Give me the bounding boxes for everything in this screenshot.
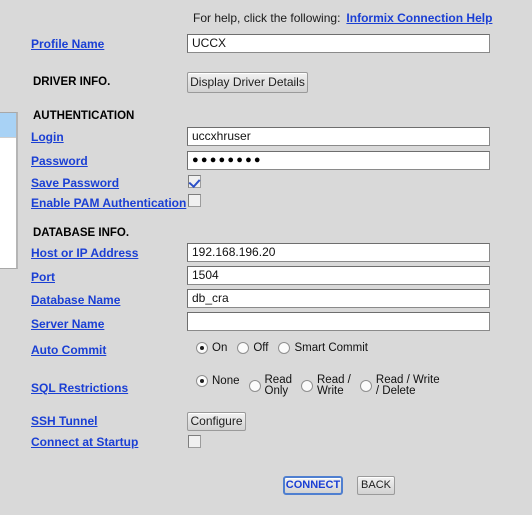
radio-icon <box>237 342 250 354</box>
enable-pam-authentication-checkbox[interactable] <box>188 194 201 207</box>
help-text: For help, click the following: <box>193 11 341 25</box>
configure-ssh-tunnel-button[interactable]: Configure <box>187 412 246 431</box>
display-driver-details-button[interactable]: Display Driver Details <box>187 72 308 93</box>
radio-label: None <box>212 374 240 387</box>
save-password-checkbox[interactable] <box>188 175 201 188</box>
radio-label: Smart Commit <box>294 341 368 354</box>
label-profile-name[interactable]: Profile Name <box>31 37 104 51</box>
auto-commit-option-on[interactable]: On <box>196 342 227 354</box>
label-save-password[interactable]: Save Password <box>31 176 119 190</box>
label-sql-restrictions[interactable]: SQL Restrictions <box>31 381 128 395</box>
section-driver-info: DRIVER INFO. <box>33 76 111 88</box>
radio-icon <box>278 342 291 354</box>
sql-restrictions-option-read-write[interactable]: Read / Write <box>301 374 351 397</box>
label-connect-at-startup[interactable]: Connect at Startup <box>31 435 138 449</box>
radio-label: Read Only <box>264 374 293 397</box>
sql-restrictions-option-read-write-delete[interactable]: Read / Write / Delete <box>359 374 440 397</box>
label-password[interactable]: Password <box>31 154 88 168</box>
radio-label: Read / Write / Delete <box>375 374 440 397</box>
label-auto-commit[interactable]: Auto Commit <box>31 343 106 357</box>
label-database-name[interactable]: Database Name <box>31 293 120 307</box>
sql-restrictions-radio-group: None Read Only Read / Write Read / Write… <box>196 374 449 397</box>
label-port[interactable]: Port <box>31 270 55 284</box>
help-row: For help, click the following: Informix C… <box>193 11 492 25</box>
radio-label: Read / Write <box>317 374 351 397</box>
login-input[interactable]: uccxhruser <box>187 127 490 146</box>
section-database-info: DATABASE INFO. <box>33 227 130 239</box>
label-enable-pam-authentication[interactable]: Enable PAM Authentication <box>31 196 186 210</box>
auto-commit-radio-group: On Off Smart Commit <box>196 342 378 354</box>
auto-commit-option-off[interactable]: Off <box>237 342 268 354</box>
profile-name-input[interactable]: UCCX <box>187 34 490 53</box>
connect-at-startup-checkbox[interactable] <box>188 435 201 448</box>
database-name-input[interactable]: db_cra <box>187 289 490 308</box>
connect-button[interactable]: CONNECT <box>283 476 343 495</box>
label-login[interactable]: Login <box>31 130 64 144</box>
host-or-ip-address-input[interactable]: 192.168.196.20 <box>187 243 490 262</box>
password-input[interactable]: ●●●●●●●● <box>187 151 490 170</box>
radio-icon <box>301 380 313 392</box>
radio-icon <box>359 380 372 392</box>
radio-icon <box>196 342 208 354</box>
radio-icon <box>248 380 261 392</box>
label-host-or-ip-address[interactable]: Host or IP Address <box>31 246 138 260</box>
radio-label: On <box>212 341 228 354</box>
radio-icon <box>196 375 208 387</box>
sql-restrictions-option-none[interactable]: None <box>196 375 240 387</box>
back-button[interactable]: BACK <box>357 476 395 495</box>
sql-restrictions-option-read-only[interactable]: Read Only <box>248 374 293 397</box>
label-server-name[interactable]: Server Name <box>31 317 104 331</box>
server-name-input[interactable] <box>187 312 490 331</box>
port-input[interactable]: 1504 <box>187 266 490 285</box>
informix-connection-form: For help, click the following: Informix C… <box>0 0 532 515</box>
label-ssh-tunnel[interactable]: SSH Tunnel <box>31 414 97 428</box>
section-authentication: AUTHENTICATION <box>33 110 135 122</box>
informix-connection-help-link[interactable]: Informix Connection Help <box>346 11 492 25</box>
auto-commit-option-smart-commit[interactable]: Smart Commit <box>278 341 368 354</box>
radio-label: Off <box>253 341 269 354</box>
